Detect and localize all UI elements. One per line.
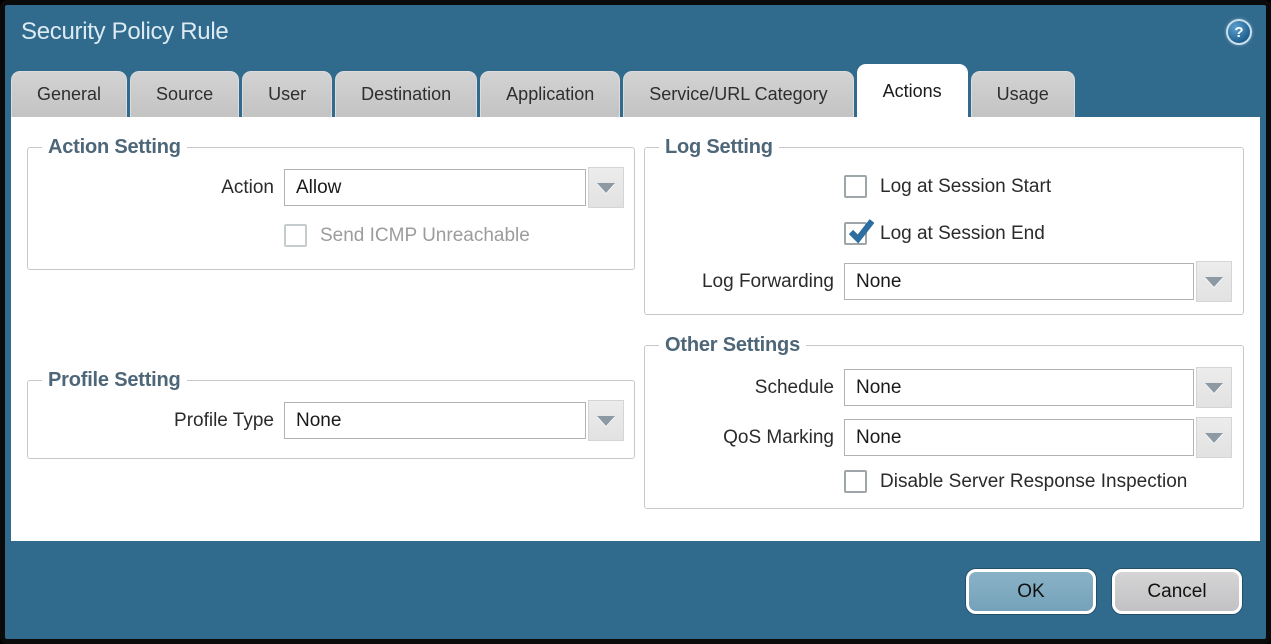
log-session-start-checkbox[interactable]	[844, 175, 867, 198]
chevron-down-icon	[597, 183, 615, 193]
qos-marking-select-button[interactable]	[1196, 417, 1232, 458]
log-setting-group: Log Setting Log at Session Start Log at …	[644, 136, 1244, 315]
send-icmp-label: Send ICMP Unreachable	[320, 225, 530, 247]
action-select-button[interactable]	[588, 167, 624, 208]
actions-tab-panel: Action Setting Action Allow Send ICMP Un…	[11, 117, 1260, 541]
log-session-start-label: Log at Session Start	[880, 176, 1051, 198]
profile-type-select-value[interactable]: None	[284, 402, 586, 439]
log-setting-legend: Log Setting	[659, 136, 779, 159]
schedule-row: Schedule None	[655, 367, 1233, 408]
cancel-button[interactable]: Cancel	[1112, 569, 1242, 614]
tab-actions[interactable]: Actions	[857, 64, 968, 117]
log-forwarding-select-button[interactable]	[1196, 261, 1232, 302]
chevron-down-icon	[597, 416, 615, 426]
security-policy-rule-dialog: Security Policy Rule ? General Source Us…	[0, 0, 1271, 644]
schedule-select-button[interactable]	[1196, 367, 1232, 408]
dsri-row: Disable Server Response Inspection	[844, 470, 1233, 493]
log-forwarding-select[interactable]: None	[844, 261, 1232, 302]
log-session-end-checkbox[interactable]	[844, 222, 867, 245]
action-row: Action Allow	[38, 167, 624, 208]
dsri-label: Disable Server Response Inspection	[880, 471, 1187, 493]
schedule-label: Schedule	[655, 377, 844, 399]
profile-type-row: Profile Type None	[38, 400, 624, 441]
send-icmp-row: Send ICMP Unreachable	[284, 224, 624, 247]
log-session-start-row: Log at Session Start	[844, 175, 1233, 198]
log-session-end-label: Log at Session End	[880, 223, 1045, 245]
schedule-select-value[interactable]: None	[844, 369, 1194, 406]
other-settings-legend: Other Settings	[659, 334, 806, 357]
tab-destination[interactable]: Destination	[335, 71, 477, 117]
profile-type-select[interactable]: None	[284, 400, 624, 441]
tab-source[interactable]: Source	[130, 71, 239, 117]
dialog-title: Security Policy Rule	[21, 18, 228, 46]
tab-user[interactable]: User	[242, 71, 332, 117]
tab-service-url-category[interactable]: Service/URL Category	[623, 71, 853, 117]
log-forwarding-select-value[interactable]: None	[844, 263, 1194, 300]
ok-button[interactable]: OK	[966, 569, 1096, 614]
profile-type-label: Profile Type	[38, 410, 284, 432]
action-label: Action	[38, 177, 284, 199]
dsri-checkbox[interactable]	[844, 470, 867, 493]
profile-setting-legend: Profile Setting	[42, 369, 187, 392]
action-select[interactable]: Allow	[284, 167, 624, 208]
checkmark-icon	[846, 217, 875, 246]
schedule-select[interactable]: None	[844, 367, 1232, 408]
action-select-value[interactable]: Allow	[284, 169, 586, 206]
qos-marking-row: QoS Marking None	[655, 417, 1233, 458]
tab-bar: General Source User Destination Applicat…	[5, 59, 1266, 117]
action-setting-legend: Action Setting	[42, 136, 187, 159]
tab-usage[interactable]: Usage	[971, 71, 1075, 117]
qos-marking-label: QoS Marking	[655, 427, 844, 449]
action-setting-group: Action Setting Action Allow Send ICMP Un…	[27, 136, 635, 270]
log-session-end-row: Log at Session End	[844, 222, 1233, 245]
other-settings-group: Other Settings Schedule None QoS Marking…	[644, 334, 1244, 509]
tab-general[interactable]: General	[11, 71, 127, 117]
qos-marking-select-value[interactable]: None	[844, 419, 1194, 456]
help-icon[interactable]: ?	[1226, 19, 1252, 45]
send-icmp-checkbox[interactable]	[284, 224, 307, 247]
chevron-down-icon	[1205, 433, 1223, 443]
chevron-down-icon	[1205, 383, 1223, 393]
tab-application[interactable]: Application	[480, 71, 620, 117]
log-forwarding-row: Log Forwarding None	[655, 261, 1233, 302]
chevron-down-icon	[1205, 277, 1223, 287]
profile-setting-group: Profile Setting Profile Type None	[27, 369, 635, 459]
profile-type-select-button[interactable]	[588, 400, 624, 441]
log-forwarding-label: Log Forwarding	[655, 271, 844, 293]
titlebar: Security Policy Rule ?	[5, 5, 1266, 59]
dialog-footer: OK Cancel	[5, 541, 1266, 639]
qos-marking-select[interactable]: None	[844, 417, 1232, 458]
